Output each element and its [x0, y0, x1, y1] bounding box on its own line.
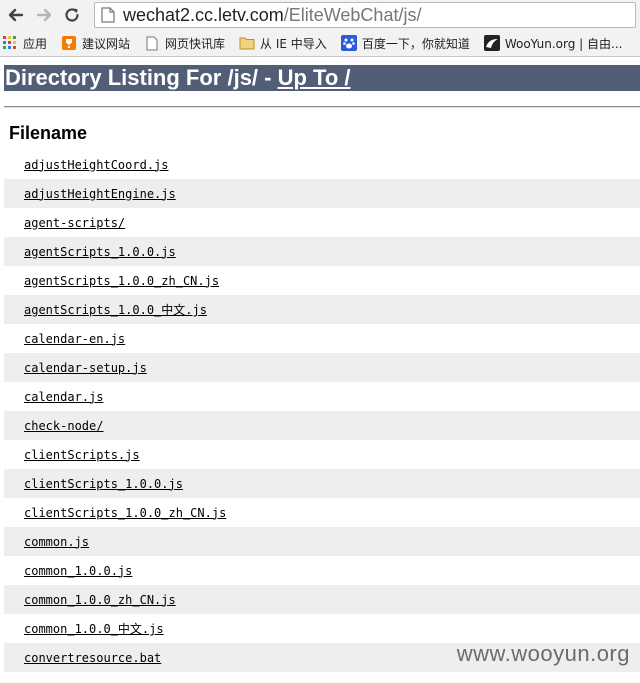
- list-item: clientScripts_1.0.0.js: [4, 469, 640, 498]
- bookmark-apps[interactable]: 应用: [2, 35, 47, 52]
- up-to-root-link[interactable]: Up To /: [278, 65, 351, 90]
- list-item: calendar-en.js: [4, 324, 640, 353]
- file-link[interactable]: convertresource.bat: [24, 651, 161, 665]
- file-link[interactable]: clientScripts_1.0.0.js: [24, 477, 183, 491]
- file-link[interactable]: clientScripts_1.0.0_zh_CN.js: [24, 506, 226, 520]
- bookmark-label: 应用: [23, 36, 48, 51]
- filename-column-header: Filename: [9, 123, 88, 143]
- list-item: adjustHeightEngine.js: [4, 179, 640, 208]
- wooyun-icon: [483, 35, 500, 51]
- list-item: common.js: [4, 527, 640, 556]
- forward-button[interactable]: [32, 3, 56, 27]
- bookmark-web-slice[interactable]: 网页快讯库: [144, 35, 225, 52]
- list-item: agentScripts_1.0.0_中文.js: [4, 295, 640, 324]
- bookmark-label: 百度一下，你就知道: [361, 36, 470, 51]
- list-item: calendar-setup.js: [4, 353, 640, 382]
- file-link[interactable]: common_1.0.0_zh_CN.js: [24, 593, 176, 607]
- file-link[interactable]: adjustHeightEngine.js: [24, 187, 176, 201]
- url-path: /EliteWebChat/js/: [283, 4, 422, 25]
- list-item: common_1.0.0.js: [4, 556, 640, 585]
- file-link[interactable]: calendar-setup.js: [24, 361, 147, 375]
- file-link[interactable]: clientScripts.js: [24, 448, 140, 462]
- bookmark-label: WooYun.org | 自由...: [504, 36, 623, 51]
- bookmark-label: 建议网站: [82, 36, 131, 51]
- list-item: agent-scripts/: [4, 208, 640, 237]
- address-bar[interactable]: wechat2.cc.letv.com/EliteWebChat/js/: [94, 2, 636, 28]
- bookmark-baidu[interactable]: 百度一下，你就知道: [340, 35, 470, 52]
- list-item: calendar.js: [4, 382, 640, 411]
- list-item: common_1.0.0_中文.js: [4, 614, 640, 643]
- reload-button[interactable]: [60, 3, 84, 27]
- file-link[interactable]: common_1.0.0_中文.js: [24, 620, 164, 637]
- bookmark-suggested-sites[interactable]: 建议网站: [61, 35, 130, 52]
- bookmark-label: 网页快讯库: [165, 36, 226, 51]
- folder-link[interactable]: check-node/: [24, 419, 103, 433]
- list-item: agentScripts_1.0.0_zh_CN.js: [4, 266, 640, 295]
- file-link[interactable]: adjustHeightCoord.js: [24, 158, 169, 172]
- watermark: www.wooyun.org: [456, 641, 630, 666]
- bookmark-label: 从 IE 中导入: [260, 36, 327, 51]
- page-icon: [101, 7, 115, 23]
- suggested-sites-icon: [61, 35, 77, 51]
- file-link[interactable]: agentScripts_1.0.0.js: [24, 245, 176, 259]
- list-item: clientScripts_1.0.0_zh_CN.js: [4, 498, 640, 527]
- url-host: wechat2.cc.letv.com: [123, 4, 284, 25]
- page-title: Directory Listing For /js/ - Up To /: [4, 65, 640, 91]
- browser-toolbar: wechat2.cc.letv.com/EliteWebChat/js/: [0, 0, 640, 30]
- bookmark-wooyun[interactable]: WooYun.org | 自由...: [483, 35, 623, 52]
- reload-icon: [65, 8, 79, 22]
- file-link[interactable]: agentScripts_1.0.0_中文.js: [24, 301, 207, 318]
- file-link[interactable]: calendar.js: [24, 390, 103, 404]
- page-icon: [144, 35, 160, 51]
- list-item: common_1.0.0_zh_CN.js: [4, 585, 640, 614]
- file-link[interactable]: agentScripts_1.0.0_zh_CN.js: [24, 274, 219, 288]
- divider: [4, 106, 640, 108]
- list-item: agentScripts_1.0.0.js: [4, 237, 640, 266]
- baidu-paw-icon: [340, 35, 357, 51]
- browser-chrome: wechat2.cc.letv.com/EliteWebChat/js/ 应用 …: [0, 0, 640, 57]
- file-link[interactable]: common_1.0.0.js: [24, 564, 132, 578]
- file-link[interactable]: calendar-en.js: [24, 332, 125, 346]
- folder-icon: [239, 35, 255, 51]
- bookmark-import-ie[interactable]: 从 IE 中导入: [239, 35, 327, 52]
- heading-prefix: Directory Listing For /js/ -: [5, 65, 278, 90]
- file-link[interactable]: common.js: [24, 535, 89, 549]
- back-button[interactable]: [4, 3, 28, 27]
- list-item: clientScripts.js: [4, 440, 640, 469]
- back-arrow-icon: [8, 8, 24, 22]
- forward-arrow-icon: [36, 8, 52, 22]
- apps-grid-icon: [2, 35, 18, 51]
- bookmarks-bar: 应用 建议网站 网页快讯库 从 IE 中导入 百度一下，你就知道 WooYun.…: [0, 30, 640, 56]
- list-item: check-node/: [4, 411, 640, 440]
- list-item: adjustHeightCoord.js: [4, 150, 640, 179]
- folder-link[interactable]: agent-scripts/: [24, 216, 125, 230]
- file-list: adjustHeightCoord.js adjustHeightEngine.…: [4, 150, 640, 672]
